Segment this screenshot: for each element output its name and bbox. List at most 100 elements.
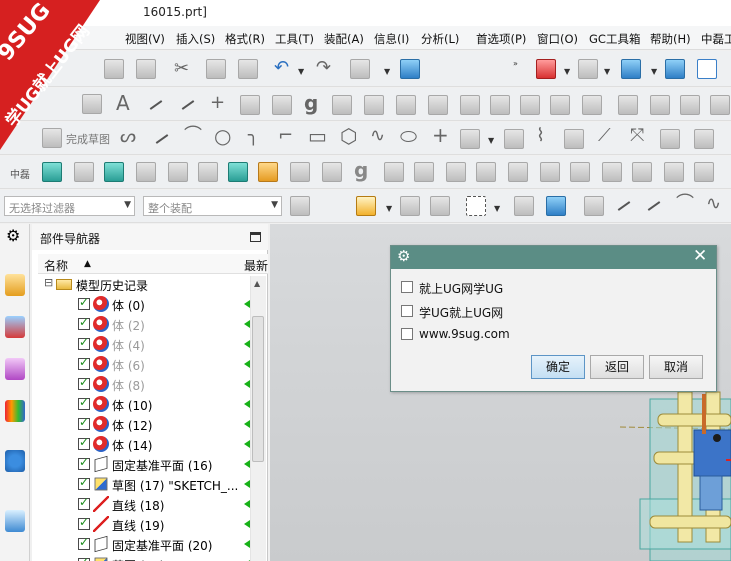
slot6-icon[interactable] xyxy=(602,162,622,182)
pattern-icon[interactable] xyxy=(428,95,448,115)
history-icon[interactable] xyxy=(5,510,25,532)
snap-on-curve-icon[interactable] xyxy=(644,196,664,216)
sort-ascending-icon[interactable]: ▲ xyxy=(84,259,91,269)
redo-icon[interactable]: ↷ xyxy=(316,58,331,78)
save-icon[interactable] xyxy=(136,59,156,79)
shaded-icon[interactable] xyxy=(621,59,641,79)
information-icon[interactable] xyxy=(400,59,420,79)
slot3-icon[interactable] xyxy=(508,162,528,182)
orient-view-icon[interactable] xyxy=(578,59,598,79)
snap-end-icon[interactable] xyxy=(584,196,604,216)
quick-extend-icon[interactable]: ⌇ xyxy=(536,126,545,146)
visibility-checkbox[interactable] xyxy=(78,515,90,530)
slot7-icon[interactable] xyxy=(632,162,652,182)
fillet-icon[interactable]: ╮ xyxy=(248,126,259,146)
frame-tool-icon[interactable] xyxy=(258,162,278,182)
undo-dropdown-icon[interactable]: ▼ xyxy=(298,67,304,76)
toolbar-overflow-icon[interactable]: » xyxy=(513,59,518,68)
face-rule-icon[interactable] xyxy=(430,196,450,216)
column-name[interactable]: 名称 xyxy=(44,257,68,274)
layer-icon[interactable] xyxy=(272,95,292,115)
mirror-curve-icon[interactable]: ⤧ xyxy=(630,126,644,146)
cylinder-icon[interactable] xyxy=(460,95,480,115)
visibility-checkbox[interactable] xyxy=(78,395,90,410)
ok-button[interactable]: 确定 xyxy=(531,355,585,379)
mold-tool-icon[interactable] xyxy=(136,162,156,182)
menu-analysis[interactable]: 分析(L) xyxy=(421,31,459,47)
tree-row[interactable]: 直线 (19) xyxy=(32,514,250,534)
menu-view[interactable]: 视图(V) xyxy=(125,31,165,47)
tree-row[interactable]: 体 (0) xyxy=(32,294,250,314)
slot2-icon[interactable] xyxy=(476,162,496,182)
maximize-icon[interactable] xyxy=(250,232,261,242)
make-corner-icon[interactable] xyxy=(564,129,584,149)
wireframe-view-icon[interactable] xyxy=(697,59,717,79)
draft-icon[interactable] xyxy=(710,95,730,115)
pin-tool-icon[interactable] xyxy=(168,162,188,182)
datum-csys-icon[interactable] xyxy=(82,94,102,114)
undo-icon[interactable]: ↶ xyxy=(274,58,289,78)
mesh2-tool-icon[interactable] xyxy=(384,162,404,182)
reuse-library-icon[interactable] xyxy=(5,400,25,422)
chamfer-sketch-icon[interactable]: ⌐ xyxy=(278,126,293,146)
rectangle-select-icon[interactable] xyxy=(466,196,486,216)
collapse-icon[interactable]: ⊟ xyxy=(44,276,53,289)
tree-row[interactable]: 体 (4) xyxy=(32,334,250,354)
menu-info[interactable]: 信息(I) xyxy=(374,31,409,47)
add-existing-curves-icon[interactable] xyxy=(660,129,680,149)
tree-row[interactable]: 直线 (18) xyxy=(32,494,250,514)
menu-window[interactable]: 窗口(O) xyxy=(537,31,578,47)
tree-row[interactable]: 固定基准平面 (16) xyxy=(32,454,250,474)
tree-row[interactable]: 体 (10) xyxy=(32,394,250,414)
checkbox[interactable] xyxy=(401,281,413,293)
sketch-line-icon[interactable] xyxy=(152,129,172,149)
quick-trim-icon[interactable] xyxy=(504,129,524,149)
punch-tool-icon[interactable] xyxy=(198,162,218,182)
gc-g2-icon[interactable]: g xyxy=(354,160,368,180)
visibility-checkbox[interactable] xyxy=(78,495,90,510)
slot8-icon[interactable] xyxy=(664,162,684,182)
solid-tool-icon[interactable] xyxy=(290,162,310,182)
studio-spline-icon[interactable]: ∿ xyxy=(370,126,385,146)
fit-view-icon[interactable] xyxy=(536,59,556,79)
cube-tool-icon[interactable] xyxy=(414,162,434,182)
offset-dropdown-icon[interactable]: ▼ xyxy=(488,136,494,145)
menu-help[interactable]: 帮助(H) xyxy=(650,31,691,47)
visibility-checkbox[interactable] xyxy=(78,355,90,370)
chamfer-icon[interactable] xyxy=(680,95,700,115)
show-hide-icon[interactable] xyxy=(514,196,534,216)
arc-icon[interactable]: ⌒ xyxy=(184,126,202,146)
menu-format[interactable]: 格式(R) xyxy=(225,31,265,47)
shell-icon[interactable] xyxy=(618,95,638,115)
slot9-icon[interactable] xyxy=(694,162,714,182)
pocket-icon[interactable] xyxy=(550,95,570,115)
snap-point-icon[interactable] xyxy=(290,196,310,216)
profile-icon[interactable]: ᔕ xyxy=(120,127,136,147)
text-icon[interactable]: A xyxy=(116,93,130,113)
render-style-dropdown-icon[interactable]: ▼ xyxy=(651,67,657,76)
finish-sketch-icon[interactable] xyxy=(42,128,62,148)
tree-row[interactable]: 体 (6) xyxy=(32,354,250,374)
checkbox[interactable] xyxy=(401,328,413,340)
visibility-checkbox[interactable] xyxy=(78,295,90,310)
slot1-icon[interactable] xyxy=(446,162,466,182)
assembly-scope-combo[interactable]: 整个装配 ▼ xyxy=(143,196,282,216)
tree-row[interactable]: 体 (12) xyxy=(32,414,250,434)
menu-insert[interactable]: 插入(S) xyxy=(176,31,215,47)
block-icon[interactable] xyxy=(582,95,602,115)
extrude-icon[interactable] xyxy=(240,95,260,115)
scrollbar-thumb[interactable] xyxy=(252,316,264,462)
rectangle-icon[interactable]: ▭ xyxy=(308,126,327,146)
tree-row[interactable]: 体 (2) xyxy=(32,314,250,334)
front-view-icon[interactable] xyxy=(665,59,685,79)
constraint-navigator-icon[interactable] xyxy=(5,316,25,338)
tree-row[interactable]: 草图 (17) "SKETCH_... xyxy=(32,474,250,494)
line-feature-icon[interactable] xyxy=(178,95,198,115)
circle-icon[interactable]: ○ xyxy=(214,126,231,146)
copy-icon[interactable] xyxy=(206,59,226,79)
menu-tools[interactable]: 工具(T) xyxy=(275,31,314,47)
visibility-checkbox[interactable] xyxy=(78,475,90,490)
revolve-icon[interactable] xyxy=(364,95,384,115)
visibility-checkbox[interactable] xyxy=(78,535,90,550)
scroll-up-icon[interactable]: ▲ xyxy=(254,279,260,288)
